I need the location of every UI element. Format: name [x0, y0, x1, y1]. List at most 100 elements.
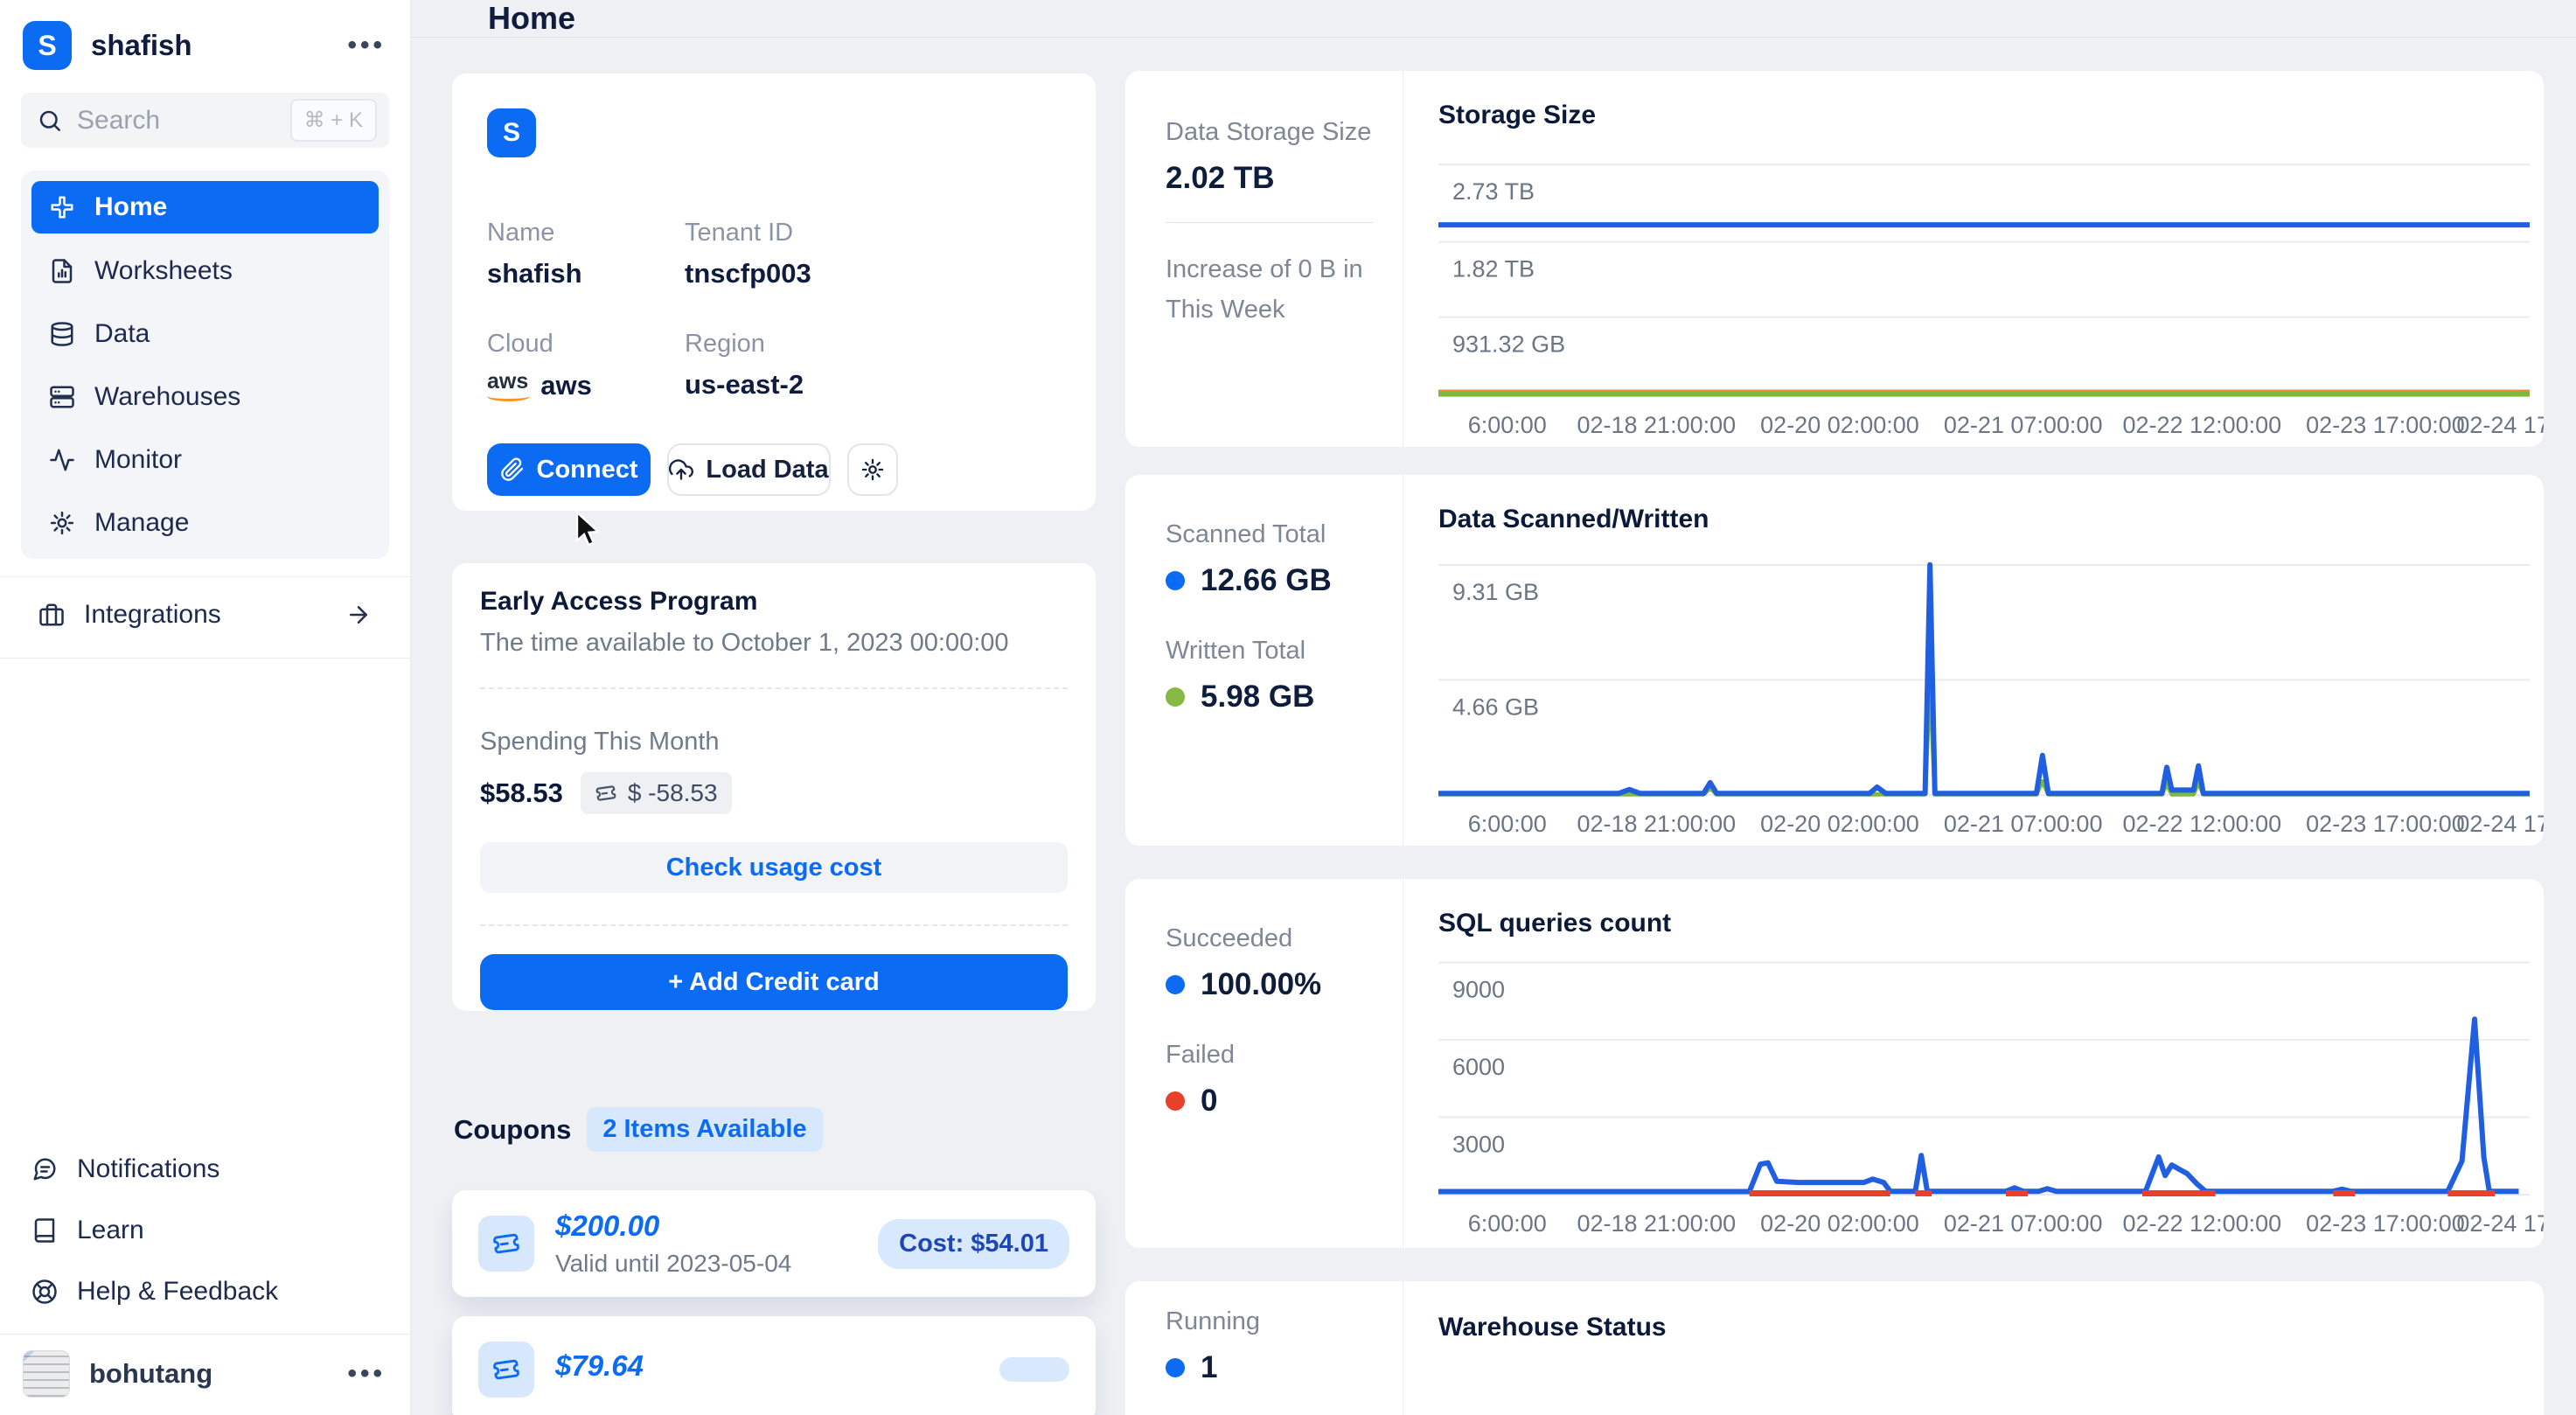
coupon-amount: $79.64 [555, 1349, 644, 1383]
blue-dot-icon [1166, 1358, 1185, 1377]
tenant-settings-button[interactable] [847, 443, 898, 496]
sidebar-item-worksheets[interactable]: Worksheets [31, 246, 379, 296]
x-axis-tick-label: 02-18 21:00:00 [1577, 1210, 1736, 1237]
sidebar-item-home[interactable]: Home [31, 181, 379, 234]
x-axis-tick-label: 02-24 17:00:00 [2456, 1210, 2544, 1237]
credit-delta-badge: $ -58.53 [581, 772, 732, 814]
sidebar-item-label: Data [94, 319, 150, 349]
connect-button-label: Connect [537, 456, 638, 484]
paperclip-icon [500, 457, 525, 482]
app-root: S shafish ••• Search ⌘ + K Home Work [0, 0, 2576, 1415]
coupon-cost-badge: Cost: $54.01 [878, 1219, 1069, 1269]
load-data-button-label: Load Data [706, 456, 828, 484]
tenant-id-field: Tenant ID tnscfp003 [685, 219, 1061, 289]
chart-plot-area: 2.73 TB1.82 TB931.32 GB6:00:0002-18 21:0… [1438, 71, 2530, 447]
tenant-region-field: Region us-east-2 [685, 330, 1061, 401]
org-menu-icon[interactable]: ••• [347, 31, 386, 60]
sidebar-item-learn[interactable]: Learn [21, 1206, 389, 1255]
stat-value: 0 [1166, 1084, 1403, 1119]
primary-nav: Home Worksheets Data Warehouses [21, 171, 389, 559]
search-placeholder: Search [77, 106, 160, 136]
field-label: Cloud [487, 330, 685, 359]
warehouse-status-title: Warehouse Status [1438, 1313, 1667, 1342]
user-menu-icon[interactable]: ••• [347, 1359, 386, 1389]
storage-row: Data Storage Size 2.02 TB Increase of 0 … [1125, 71, 2544, 447]
x-axis-tick-label: 02-23 17:00:00 [2306, 811, 2465, 838]
stat-value: 2.02 TB [1166, 161, 1403, 196]
add-credit-card-button[interactable]: + Add Credit card [480, 954, 1068, 1010]
blue-dot-icon [1166, 571, 1185, 590]
x-axis-tick-label: 02-23 17:00:00 [2306, 1210, 2465, 1237]
coupons-available-badge: 2 Items Available [587, 1107, 822, 1152]
x-axis-tick-label: 02-21 07:00:00 [1944, 811, 2103, 838]
coupons-title: Coupons [454, 1114, 571, 1146]
database-icon [49, 321, 75, 347]
coupon-icon-tile [478, 1342, 534, 1398]
x-axis-tick-label: 02-21 07:00:00 [1944, 412, 2103, 439]
x-axis-tick-label: 02-24 17:00:00 [2456, 412, 2544, 439]
coupon-icon-tile [478, 1216, 534, 1272]
stat-label: Written Total [1166, 637, 1403, 666]
sidebar-item-monitor[interactable]: Monitor [31, 435, 379, 485]
sidebar-item-notifications[interactable]: Notifications [21, 1145, 389, 1194]
notifications-icon [31, 1156, 58, 1182]
search-shortcut-badge: ⌘ + K [290, 99, 377, 142]
sidebar-item-label: Learn [77, 1216, 144, 1245]
sidebar-item-help[interactable]: Help & Feedback [21, 1267, 389, 1316]
home-icon [49, 194, 75, 220]
x-axis-tick-label: 02-20 02:00:00 [1760, 1210, 1919, 1237]
chart-title: SQL queries count [1438, 909, 1671, 938]
svg-text:6000: 6000 [1452, 1054, 1505, 1080]
x-axis-tick-label: 02-18 21:00:00 [1577, 811, 1736, 838]
sql-queries-chart: SQL queries count 9000600030006:00:0002-… [1403, 879, 2544, 1248]
field-value: us-east-2 [685, 369, 1061, 401]
divider [480, 687, 1068, 689]
x-axis-tick-label: 02-23 17:00:00 [2306, 412, 2465, 439]
svg-text:1.82 TB: 1.82 TB [1452, 255, 1535, 282]
connect-button[interactable]: Connect [487, 443, 651, 496]
field-label: Region [685, 330, 1061, 359]
user-menu[interactable]: bohutang ••• [0, 1335, 410, 1415]
aws-logo: aws [487, 369, 528, 401]
briefcase-icon [38, 602, 65, 628]
stat-value: 12.66 GB [1166, 563, 1403, 598]
stat-label: Scanned Total [1166, 520, 1403, 549]
divider [0, 576, 410, 577]
sidebar-item-label: Home [94, 192, 167, 222]
running-stat-panel: Running 1 [1125, 1281, 1403, 1415]
check-usage-button[interactable]: Check usage cost [480, 842, 1068, 893]
search-input[interactable]: Search ⌘ + K [21, 93, 389, 148]
stat-label: Succeeded [1166, 924, 1403, 953]
coupon-card[interactable]: $79.64 [452, 1316, 1096, 1415]
load-data-button[interactable]: Load Data [667, 443, 831, 496]
stat-label: Running [1166, 1307, 1403, 1336]
tenant-logo: S [487, 108, 536, 157]
stat-label: Data Storage Size [1166, 118, 1403, 147]
svg-text:9.31 GB: 9.31 GB [1452, 579, 1539, 605]
sidebar-item-label: Monitor [94, 445, 182, 475]
coupon-cost-badge [999, 1357, 1069, 1382]
field-label: Name [487, 219, 685, 247]
page-title: Home [488, 0, 575, 37]
ticket-icon [595, 782, 617, 805]
svg-text:2.73 TB: 2.73 TB [1452, 178, 1535, 205]
svg-text:4.66 GB: 4.66 GB [1452, 694, 1539, 720]
user-name: bohutang [89, 1358, 212, 1390]
x-axis-tick-label: 02-20 02:00:00 [1760, 412, 1919, 439]
data-scanned-written-chart: Data Scanned/Written 9.31 GB4.66 GB6:00:… [1403, 475, 2544, 846]
sql-queries-row: Succeeded 100.00% Failed 0 SQL queries c… [1125, 879, 2544, 1248]
org-logo[interactable]: S [23, 21, 72, 70]
avatar [23, 1350, 70, 1398]
storage-size-chart: Storage Size 2.73 TB1.82 TB931.32 GB6:00… [1403, 71, 2544, 447]
sidebar-item-warehouses[interactable]: Warehouses [31, 372, 379, 422]
sidebar-item-integrations[interactable]: Integrations [21, 589, 389, 640]
field-label: Tenant ID [685, 219, 1061, 247]
sidebar-item-data[interactable]: Data [31, 309, 379, 359]
storage-stat-panel: Data Storage Size 2.02 TB Increase of 0 … [1125, 71, 1403, 447]
coupon-card[interactable]: $200.00 Valid until 2023-05-04 Cost: $54… [452, 1190, 1096, 1297]
sidebar-item-manage[interactable]: Manage [31, 498, 379, 548]
chart-title: Storage Size [1438, 101, 1596, 130]
scanned-written-row: Scanned Total 12.66 GB Written Total 5.9… [1125, 475, 2544, 846]
sidebar: S shafish ••• Search ⌘ + K Home Work [0, 0, 411, 1415]
upload-cloud-icon [669, 457, 693, 482]
